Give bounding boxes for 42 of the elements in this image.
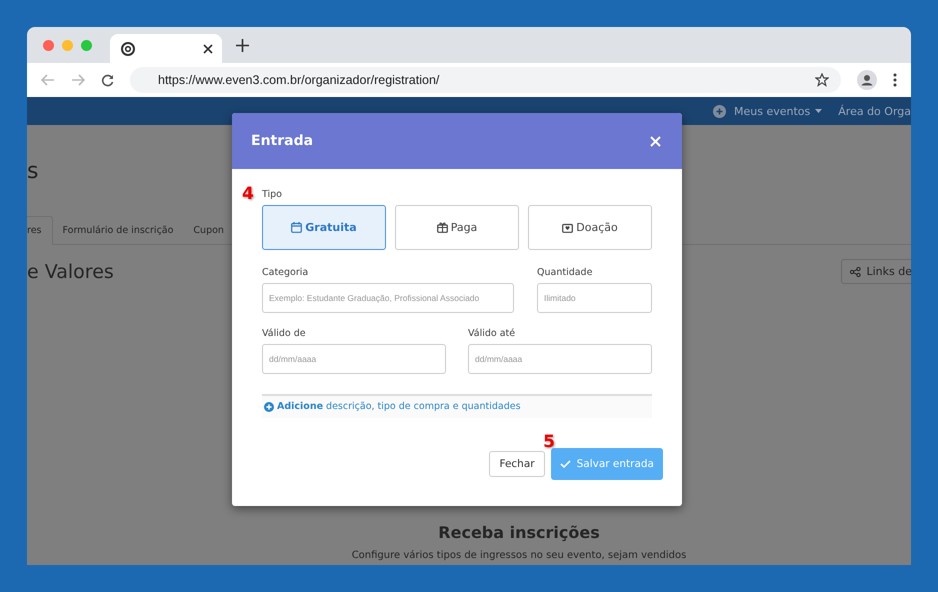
nav-link[interactable]: Meus eventos [734,104,822,118]
calendar-icon [291,222,302,233]
gift-icon [436,222,448,233]
page-tab[interactable]: Cupon [183,217,234,244]
gift-box-icon [562,222,574,233]
nav-link[interactable]: Área do Orga [838,104,911,118]
caret-icon [815,109,822,113]
address-field[interactable]: https://www.even3.com.br/organizador/registration/ [130,67,841,93]
type-option-button[interactable]: Gratuita [262,205,386,250]
close-button[interactable]: Fechar [489,451,545,477]
menu-icon[interactable] [893,73,897,87]
date-input[interactable]: dd/mm/aaaa [468,344,652,374]
profile-icon[interactable] [857,70,877,90]
category-input[interactable]: Exemplo: Estudante Graduação, Profissional Associado [262,283,514,313]
field-label: Válido até [468,328,516,339]
field-label: Válido de [262,328,307,339]
type-option-button[interactable]: Paga [395,205,519,250]
share-icon [850,266,862,276]
close-icon[interactable] [203,44,213,54]
date-input[interactable]: dd/mm/aaaa [262,344,446,374]
new-tab-icon[interactable] [236,38,249,52]
page-tab[interactable]: Formulário de inscrição [52,217,184,244]
browser-tab[interactable] [110,34,222,63]
reload-icon[interactable] [101,74,114,86]
add-icon[interactable] [713,104,726,118]
field-label: Categoria [262,267,310,278]
star-icon[interactable] [815,73,829,87]
check-icon [560,460,571,468]
field-label: Tipo [262,189,283,200]
links-button[interactable]: Links de [841,259,911,284]
page-title: s [27,159,38,186]
quantity-input[interactable]: Ilimitado [537,283,652,313]
type-option-button[interactable]: Doação [528,205,652,250]
section-heading: e Valores [27,260,114,282]
dialog-title: Entrada [251,133,314,149]
empty-state-text: Configure vários tipos de ingressos no seu evento, sejam vendidos [350,550,688,561]
page-tab[interactable]: res [27,216,52,245]
save-button[interactable]: Salvar entrada [550,448,663,480]
empty-state-title: Receba inscrições [437,523,601,542]
browser-logo-icon [121,42,135,56]
field-label: Quantidade [537,267,594,278]
step-number: 4 [242,184,254,204]
